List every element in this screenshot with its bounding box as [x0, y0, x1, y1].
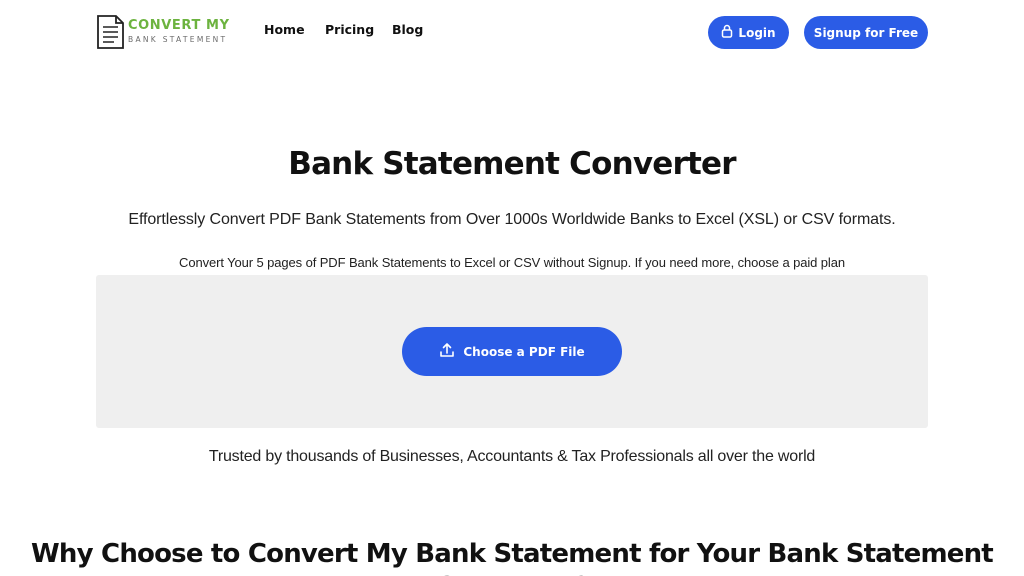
site-header: CONVERT MY BANK STATEMENT Home Pricing B…: [0, 0, 1024, 64]
page-title: Bank Statement Converter: [288, 146, 736, 182]
login-button[interactable]: Login: [708, 16, 789, 49]
signup-button[interactable]: Signup for Free: [804, 16, 928, 49]
choose-pdf-label: Choose a PDF File: [463, 344, 585, 359]
site-logo[interactable]: CONVERT MY BANK STATEMENT: [96, 14, 236, 50]
nav-pricing[interactable]: Pricing: [325, 22, 374, 37]
trusted-text: Trusted by thousands of Businesses, Acco…: [208, 448, 816, 465]
lock-icon: [721, 24, 733, 41]
nav-blog[interactable]: Blog: [392, 22, 423, 37]
free-pages-note: Convert Your 5 pages of PDF Bank Stateme…: [179, 255, 845, 270]
logo-subtitle: BANK STATEMENT: [128, 35, 228, 44]
upload-dropzone[interactable]: Choose a PDF File: [96, 275, 928, 428]
choose-pdf-button[interactable]: Choose a PDF File: [402, 327, 622, 376]
nav-home[interactable]: Home: [264, 22, 305, 37]
document-icon: [96, 14, 126, 55]
hero-subtitle: Effortlessly Convert PDF Bank Statements…: [128, 211, 896, 228]
logo-title: CONVERT MY: [128, 18, 230, 33]
upload-icon: [439, 342, 455, 361]
login-label: Login: [738, 25, 776, 40]
why-choose-heading: Why Choose to Convert My Bank Statement …: [31, 539, 994, 576]
